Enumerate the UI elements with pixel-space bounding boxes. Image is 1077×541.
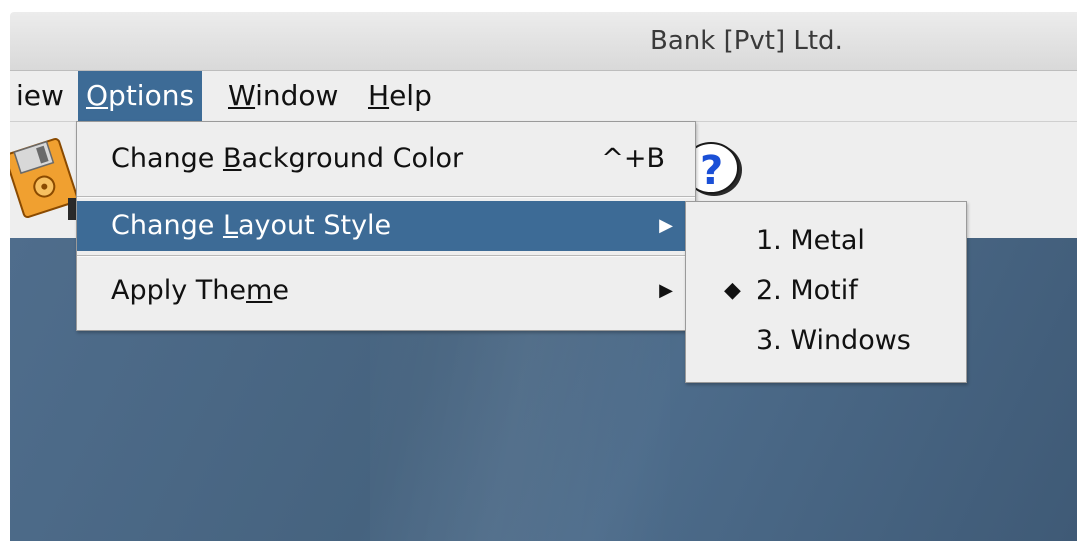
menu-separator [77, 255, 695, 257]
submenu-item-label: 1. Metal [756, 225, 865, 256]
menu-item-label: Apply Theme [111, 260, 289, 322]
submenu-arrow-icon: ▶ [659, 280, 673, 301]
menu-window-label: indow [255, 79, 339, 112]
menu-view[interactable]: iew [10, 71, 72, 121]
selected-diamond-icon: ◆ [724, 278, 741, 303]
label-mnemonic: B [222, 143, 242, 174]
menu-item-label: Change Background Color [111, 122, 463, 196]
menu-options[interactable]: Options [78, 71, 203, 121]
menu-item-label: Change Layout Style [111, 201, 391, 251]
menu-options-label: ptions [108, 79, 195, 112]
menu-separator [77, 196, 695, 198]
label-after: e [272, 275, 289, 306]
label-before: Change [111, 210, 223, 241]
label-after: ackground Color [241, 143, 464, 174]
menu-window[interactable]: Window [220, 71, 346, 121]
submenu-arrow-icon: ▶ [659, 215, 673, 236]
application-window: Bank [Pvt] Ltd. iew Options Window Help [10, 0, 1077, 541]
menu-help-mnemonic: H [368, 79, 390, 112]
menu-view-label: iew [16, 79, 64, 112]
submenu-item-label: 2. Motif [756, 275, 858, 306]
label-before: Change [111, 143, 223, 174]
menu-help-label: elp [389, 79, 432, 112]
menu-help[interactable]: Help [360, 71, 440, 121]
label-mnemonic: L [222, 210, 239, 241]
submenu-item-motif[interactable]: ◆ 2. Motif [686, 266, 966, 316]
svg-text:?: ? [700, 148, 723, 194]
menu-window-mnemonic: W [228, 79, 256, 112]
submenu-item-metal[interactable]: 1. Metal [686, 216, 966, 266]
window-title: Bank [Pvt] Ltd. [650, 26, 843, 56]
accelerator-text: ^+B [601, 143, 665, 174]
submenu-item-label: 3. Windows [756, 325, 911, 356]
options-menu: Change Background Color ^+B Change Layou… [76, 121, 696, 331]
menu-item-apply-theme[interactable]: Apply Theme ▶ [77, 260, 695, 322]
menu-item-change-layout-style[interactable]: Change Layout Style ▶ [77, 201, 695, 251]
label-after: ayout Style [238, 210, 392, 241]
label-mnemonic: m [246, 275, 273, 306]
menu-options-mnemonic: O [86, 79, 109, 112]
save-disk-icon[interactable] [10, 136, 80, 222]
label-before: Apply The [111, 275, 247, 306]
layout-style-submenu: 1. Metal ◆ 2. Motif 3. Windows [685, 201, 967, 383]
submenu-item-windows[interactable]: 3. Windows [686, 316, 966, 366]
title-bar[interactable]: Bank [Pvt] Ltd. [10, 12, 1077, 71]
menu-item-change-background-color[interactable]: Change Background Color ^+B [77, 122, 695, 196]
menu-bar: iew Options Window Help [10, 71, 1077, 122]
